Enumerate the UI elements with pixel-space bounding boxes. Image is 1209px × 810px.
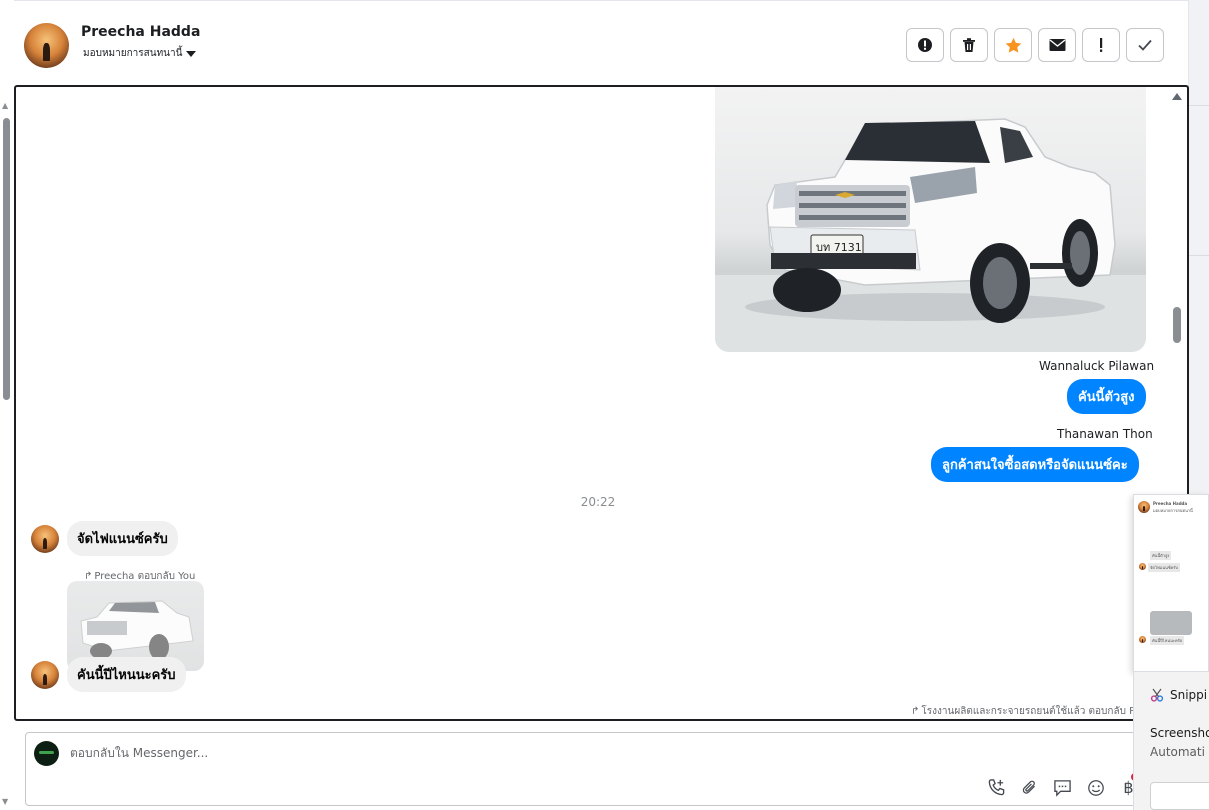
toast-app-name: Snippi [1170,688,1208,702]
incoming-message[interactable]: จัดไฟแนนซ์ครับ [67,521,178,556]
pickup-truck-illustration: บท 7131 [715,118,1146,352]
reply-indicator: ↱ โรงงานผลิตและกระจายรถยนต์ใช้แล้ว ตอบกล… [911,704,1157,719]
paperclip-icon [1022,780,1035,794]
assign-conversation-dropdown[interactable]: มอบหมายการสนทนานี้ [83,46,197,61]
snipping-tool-notification[interactable]: Snippi Screensho Automati [1133,672,1209,810]
star-icon [1005,37,1021,53]
message-timestamp: 20:22 [580,495,616,509]
contact-avatar[interactable] [31,525,59,553]
scroll-up-arrow-icon[interactable]: ▲ [2,102,8,110]
composer-tools: ฿ [986,777,1139,798]
mark-done-button[interactable] [1126,28,1164,62]
star-button[interactable] [994,28,1032,62]
page-scrollbar-thumb[interactable] [3,118,10,400]
caret-down-icon [186,50,197,57]
message-thread[interactable]: บท 7131 Wannaluck Pilawan คันนี้ตัวสูง T… [14,85,1189,721]
contact-avatar [1139,636,1146,643]
preview-message: คันนี้ปีไหนนะครับ [1150,636,1185,645]
reply-arrow-icon: ↱ [911,706,920,717]
contact-avatar[interactable] [24,23,69,68]
sender-name: Thanawan Thon [1057,427,1153,441]
page-avatar [34,741,59,766]
chat-bubble-icon [1054,779,1071,797]
thread-scrollbar-thumb[interactable] [1173,307,1181,343]
toast-title: Screensho [1150,726,1209,740]
contact-avatar[interactable] [31,661,59,689]
preview-bubble: คันนี้ตัวสูง [1150,551,1172,560]
strip-divider [1189,105,1209,106]
messenger-inbox-window: ▲ ▼ Preecha Hadda มอบหมายการสนทนานี้ บท … [0,0,1209,810]
call-button[interactable] [986,777,1007,798]
preview-assign-label: มอบหมายการสนทนานี้ [1153,508,1193,513]
reply-indicator-text: โรงงานผลิตและกระจายรถยนต์ใช้แล้ว ตอบกลับ… [921,706,1157,717]
incoming-message[interactable]: คันนี้ปีไหนนะครับ [67,657,186,692]
alert-circle-icon [918,38,932,52]
strip-divider [1189,255,1209,256]
emoji-button[interactable] [1085,777,1106,798]
conversation-actions [906,28,1164,62]
mail-icon [1049,39,1065,51]
contact-avatar [1139,563,1146,570]
check-icon [1138,39,1152,51]
toast-action-button[interactable] [1150,782,1209,810]
reply-input[interactable] [70,746,970,760]
mark-spam-button[interactable] [906,28,944,62]
scissors-icon [1150,688,1164,702]
phone-plus-icon [988,779,1005,796]
outgoing-message[interactable]: ลูกค้าสนใจซื้อสดหรือจัดแนนซ์คะ [931,447,1139,482]
scroll-down-arrow-icon[interactable]: ▼ [2,798,8,806]
mark-unread-button[interactable] [1038,28,1076,62]
attach-file-button[interactable] [1019,777,1040,798]
delete-button[interactable] [950,28,988,62]
assign-conversation-label: มอบหมายการสนทนานี้ [83,48,183,59]
page-scrollbar[interactable]: ▲ ▼ [0,98,12,810]
outgoing-message[interactable]: คันนี้ตัวสูง [1067,379,1146,414]
exclamation-icon [1100,38,1103,52]
message-composer: ฿ [25,732,1159,806]
sender-name: Wannaluck Pilawan [1039,359,1155,373]
toast-app-row: Snippi [1150,688,1207,702]
conversation-header: Preecha Hadda มอบหมายการสนทนานี้ [14,0,1188,86]
trash-icon [963,38,975,52]
preview-reply: จัดไฟแนนซ์ครับ [1148,563,1180,572]
smiley-icon [1087,779,1104,796]
preview-photo-thumbnail [1150,611,1192,635]
chat-preview-popup[interactable]: Preecha Hadda มอบหมายการสนทนานี้ คันนี้ต… [1133,494,1209,672]
license-plate-text: บท 7131 [816,241,862,254]
toast-subtitle: Automati [1150,745,1205,759]
saved-replies-button[interactable] [1052,777,1073,798]
car-photo-attachment[interactable]: บท 7131 [715,87,1146,352]
contact-name[interactable]: Preecha Hadda [81,24,200,40]
scroll-up-arrow-icon[interactable] [1172,93,1182,100]
contact-avatar [1138,501,1150,513]
follow-up-button[interactable] [1082,28,1120,62]
preview-name: Preecha Hadda [1153,501,1188,506]
